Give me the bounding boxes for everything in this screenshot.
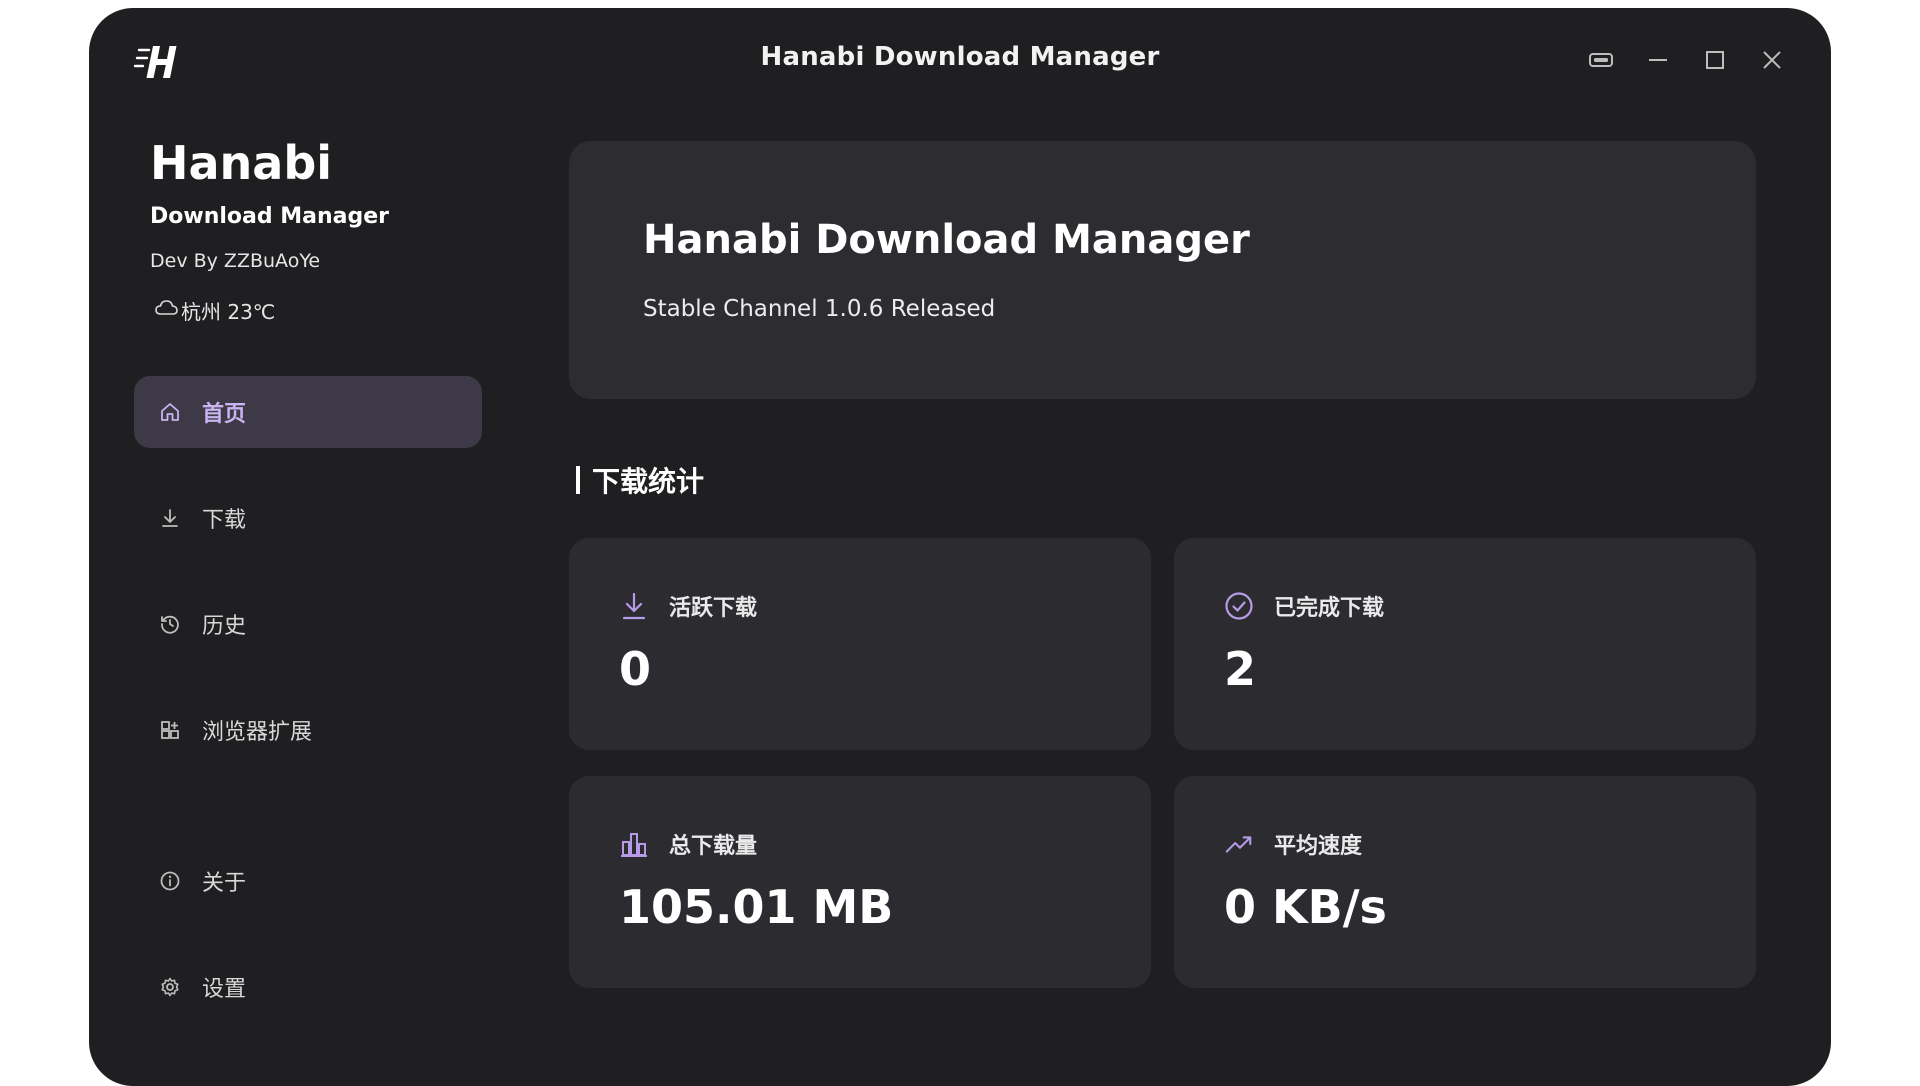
stat-value: 0 KB/s xyxy=(1224,880,1387,934)
sidebar-item-home[interactable]: 首页 xyxy=(134,376,482,448)
history-icon xyxy=(158,612,182,636)
download-icon xyxy=(619,591,649,621)
stat-card-completed-downloads: 已完成下载 2 xyxy=(1174,538,1756,750)
extension-icon xyxy=(158,718,182,742)
check-circle-icon xyxy=(1224,591,1254,621)
stat-label: 活跃下载 xyxy=(669,596,758,621)
stat-card-total-downloaded: 总下载量 105.01 MB xyxy=(569,776,1151,988)
app-window: Hanabi Download Manager Hanabi Download … xyxy=(89,8,1831,1086)
developer-credit: Dev By ZZBuAoYe xyxy=(150,250,321,272)
sidebar-item-label: 下载 xyxy=(202,508,247,533)
home-icon xyxy=(158,400,182,424)
stat-value: 0 xyxy=(619,642,652,696)
maximize-button[interactable] xyxy=(1701,46,1729,74)
info-icon xyxy=(158,869,182,893)
sidebar-item-browser-extension[interactable]: 浏览器扩展 xyxy=(134,694,482,766)
window-title: Hanabi Download Manager xyxy=(760,42,1160,72)
sidebar-item-label: 设置 xyxy=(202,977,247,1002)
minimize-button[interactable] xyxy=(1644,46,1672,74)
release-banner: Hanabi Download Manager Stable Channel 1… xyxy=(569,141,1756,399)
stat-value: 2 xyxy=(1224,642,1257,696)
gear-icon xyxy=(158,975,182,999)
sidebar-item-label: 首页 xyxy=(202,402,247,427)
sidebar-item-history[interactable]: 历史 xyxy=(134,588,482,660)
brand-name: Hanabi xyxy=(150,136,333,190)
sidebar-item-about[interactable]: 关于 xyxy=(134,845,482,917)
sidebar-item-label: 浏览器扩展 xyxy=(202,720,313,745)
stat-value: 105.01 MB xyxy=(619,880,894,934)
weather-text: 杭州 23℃ xyxy=(181,300,276,324)
stat-card-average-speed: 平均速度 0 KB/s xyxy=(1174,776,1756,988)
banner-subtitle: Stable Channel 1.0.6 Released xyxy=(643,296,996,322)
trending-up-icon xyxy=(1224,829,1254,859)
sidebar-item-label: 关于 xyxy=(202,871,247,896)
download-icon xyxy=(158,506,182,530)
section-title: 下载统计 xyxy=(576,460,704,500)
title-bar[interactable]: Hanabi Download Manager xyxy=(89,8,1831,108)
brand-subtitle: Download Manager xyxy=(150,204,390,229)
close-icon xyxy=(1760,48,1784,72)
stat-label: 平均速度 xyxy=(1274,834,1363,859)
section-title-text: 下载统计 xyxy=(592,465,705,498)
section-accent-bar xyxy=(576,466,580,494)
compact-mode-icon xyxy=(1588,50,1614,70)
banner-title: Hanabi Download Manager xyxy=(643,217,1250,263)
stat-card-active-downloads: 活跃下载 0 xyxy=(569,538,1151,750)
bar-chart-icon xyxy=(619,829,649,859)
weather-widget: 杭州 23℃ xyxy=(155,296,275,325)
maximize-icon xyxy=(1703,48,1727,72)
minimize-icon xyxy=(1646,48,1670,72)
stat-label: 总下载量 xyxy=(669,834,758,859)
stat-label: 已完成下载 xyxy=(1274,596,1385,621)
cloud-icon xyxy=(155,298,179,323)
compact-mode-button[interactable] xyxy=(1587,46,1615,74)
sidebar-item-settings[interactable]: 设置 xyxy=(134,951,482,1023)
sidebar-item-label: 历史 xyxy=(202,614,247,639)
close-button[interactable] xyxy=(1758,46,1786,74)
sidebar-item-download[interactable]: 下载 xyxy=(134,482,482,554)
